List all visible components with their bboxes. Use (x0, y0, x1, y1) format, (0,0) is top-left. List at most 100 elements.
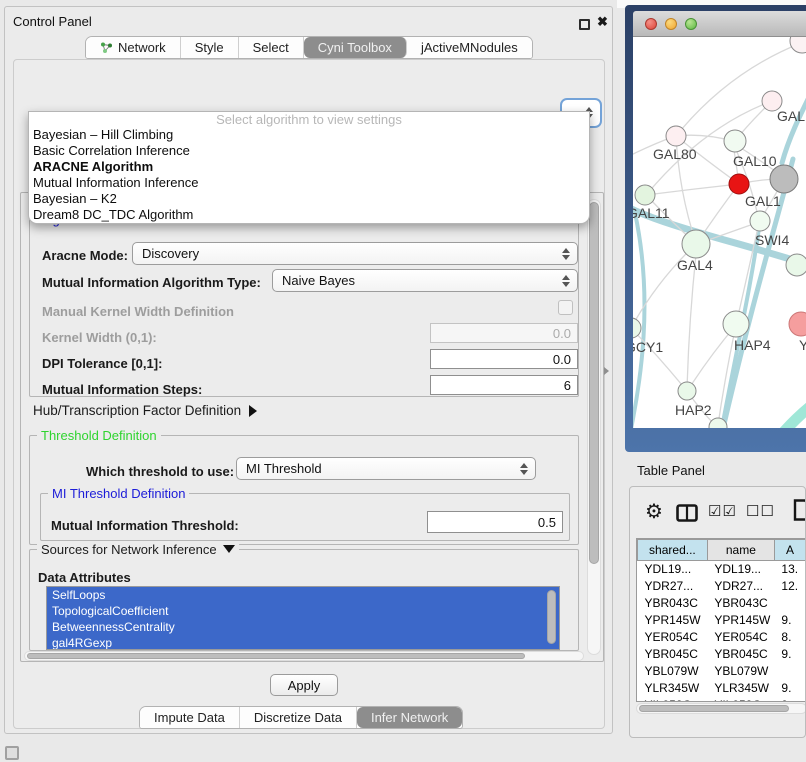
network-window-titlebar (633, 11, 806, 37)
which-threshold-label: Which threshold to use: (86, 464, 234, 479)
node-gal4[interactable] (682, 230, 710, 258)
algorithm-menu-items: Bayesian – Hill ClimbingBasic Correlatio… (29, 127, 589, 223)
table-row[interactable]: YER054CYER054C8. (638, 629, 806, 646)
menu-item-mutual-information-inference[interactable]: Mutual Information Inference (29, 175, 589, 191)
node-unlabeled-0[interactable] (790, 37, 806, 53)
node-y[interactable] (789, 312, 806, 336)
hide-columns-icon[interactable]: ☐☐ (746, 502, 775, 520)
table-horizontal-scrollbar-thumb[interactable] (639, 705, 789, 712)
attribute-list-scrollbar-thumb[interactable] (547, 590, 556, 644)
table-row[interactable]: YPR145WYPR145W9. (638, 612, 806, 629)
node-gal10[interactable] (724, 130, 746, 152)
table-row[interactable]: YIL052CYIL052C9. (638, 697, 806, 703)
hub-definition-toggle[interactable]: Hub/Transcription Factor Definition (33, 403, 257, 418)
menu-item-aracne-algorithm[interactable]: ARACNE Algorithm (29, 159, 589, 175)
table-row[interactable]: YBR045CYBR045C9. (638, 646, 806, 663)
mi-type-combobox[interactable]: Naive Bayes (272, 269, 578, 292)
tab-label: Cyni Toolbox (318, 40, 392, 55)
node-label-gal1: GAL1 (745, 193, 781, 209)
node-label-hap4: HAP4 (734, 337, 771, 353)
mi-steps-field[interactable]: 6 (430, 375, 578, 395)
node-label-swi4: SWI4 (755, 232, 789, 248)
table-row[interactable]: YLR345WYLR345W9. (638, 680, 806, 697)
algorithm-definition-fieldset: Algorithm Definition Aracne Mode: Discov… (29, 219, 579, 397)
node-gal80[interactable] (666, 126, 686, 146)
attribute-item-topologicalcoefficient[interactable]: TopologicalCoefficient (47, 603, 559, 619)
table-row[interactable]: YBR043CYBR043C (638, 595, 806, 612)
menu-item-dream8-dc-tdc-algorithm[interactable]: Dream8 DC_TDC Algorithm (29, 207, 589, 223)
table-cell: 9. (774, 697, 805, 703)
mi-threshold-field[interactable]: 0.5 (427, 511, 563, 533)
table-row[interactable]: YDL19...YDL19...13. (638, 561, 806, 578)
tab-infer-network[interactable]: Infer Network (357, 707, 462, 728)
which-threshold-combobox[interactable]: MI Threshold (236, 457, 536, 480)
attribute-item-gal4rgexp[interactable]: gal4RGexp (47, 635, 559, 650)
node-label-gal10: GAL10 (733, 153, 777, 169)
network-canvas[interactable]: GALGAL80GAL10GAL1GAL11SWI4GAL4GCY1HAP4YH… (633, 37, 806, 428)
tab-cyni-toolbox[interactable]: Cyni Toolbox (304, 37, 407, 58)
settings-vertical-scrollbar-thumb[interactable] (589, 202, 599, 564)
close-traffic-light[interactable] (645, 18, 657, 30)
spinner-icon (562, 275, 570, 287)
manual-kernel-label: Manual Kernel Width Definition (42, 304, 234, 319)
node-gal1[interactable] (729, 174, 749, 194)
document-icon[interactable] (793, 499, 806, 521)
tab-select[interactable]: Select (239, 37, 304, 58)
node-label-gcy1: GCY1 (633, 339, 663, 355)
column-header-name[interactable]: name (707, 540, 774, 561)
gear-icon[interactable]: ⚙ (645, 499, 663, 524)
sources-legend[interactable]: Sources for Network Inference (37, 542, 239, 557)
menu-item-bayesian-k2[interactable]: Bayesian – K2 (29, 191, 589, 207)
attribute-item-selfloops[interactable]: SelfLoops (47, 587, 559, 603)
node-table[interactable]: shared...nameA YDL19...YDL19...13.YDR27.… (636, 538, 806, 702)
menu-item-bayesian-hill-climbing[interactable]: Bayesian – Hill Climbing (29, 127, 589, 143)
node-unlabeled-9[interactable] (786, 254, 806, 276)
manual-kernel-checkbox[interactable] (558, 300, 573, 315)
table-panel-window: ⚙ ☑☑ ☐☐ shared...nameA YDL19...YDL19...1… (629, 486, 806, 738)
settings-vertical-scrollbar[interactable] (587, 199, 601, 655)
page: Control Panel ✖ NetworkStyleSelectCyni T… (0, 0, 806, 762)
dpi-tolerance-field[interactable]: 0.0 (430, 349, 578, 369)
node-gcy1[interactable] (633, 318, 641, 338)
apply-button[interactable]: Apply (270, 674, 338, 696)
node-swi4[interactable] (750, 211, 770, 231)
column-header-shared[interactable]: shared... (638, 540, 708, 561)
data-attributes-list[interactable]: SelfLoopsTopologicalCoefficientBetweenne… (46, 586, 560, 650)
table-row[interactable]: YBL079WYBL079W (638, 663, 806, 680)
table-cell: YBR045C (638, 646, 708, 663)
table-row[interactable]: YDR27...YDR27...12. (638, 578, 806, 595)
collapsed-panel-icon[interactable] (5, 746, 19, 760)
tab-impute-data[interactable]: Impute Data (140, 707, 240, 728)
aracne-mode-combobox[interactable]: Discovery (132, 242, 578, 265)
table-cell (774, 663, 805, 680)
settings-horizontal-scrollbar-thumb[interactable] (27, 653, 525, 659)
tab-network[interactable]: Network (86, 37, 181, 58)
column-view-icon[interactable] (676, 504, 698, 522)
float-window-icon[interactable] (579, 19, 590, 30)
tab-style[interactable]: Style (181, 37, 239, 58)
mi-type-value: Naive Bayes (282, 273, 355, 288)
column-header-a[interactable]: A (774, 540, 805, 561)
zoom-traffic-light[interactable] (685, 18, 697, 30)
node-hap4[interactable] (723, 311, 749, 337)
threshold-definition-legend: Threshold Definition (37, 428, 161, 443)
checked-box-icon: ☑ (722, 503, 736, 520)
minimize-traffic-light[interactable] (665, 18, 677, 30)
panel-divider-grabber[interactable] (604, 367, 609, 375)
attribute-item-betweennesscentrality[interactable]: BetweennessCentrality (47, 619, 559, 635)
node-hap2[interactable] (678, 382, 696, 400)
attribute-list-scrollbar[interactable] (547, 589, 557, 647)
tab-label: Select (253, 40, 289, 55)
table-horizontal-scrollbar[interactable] (636, 703, 806, 714)
menu-item-basic-correlation-inference[interactable]: Basic Correlation Inference (29, 143, 589, 159)
table-cell: YLR345W (707, 680, 774, 697)
tab-jactivemnodules[interactable]: jActiveMNodules (407, 37, 532, 58)
node-gal11[interactable] (635, 185, 655, 205)
tab-discretize-data[interactable]: Discretize Data (240, 707, 357, 728)
node-unlabeled-5[interactable] (770, 165, 798, 193)
close-icon[interactable]: ✖ (597, 14, 608, 30)
show-columns-icon[interactable]: ☑☑ (708, 502, 737, 520)
table-cell: YDL19... (638, 561, 708, 578)
kernel-width-field[interactable]: 0.0 (430, 323, 578, 343)
settings-horizontal-scrollbar[interactable] (24, 651, 584, 661)
